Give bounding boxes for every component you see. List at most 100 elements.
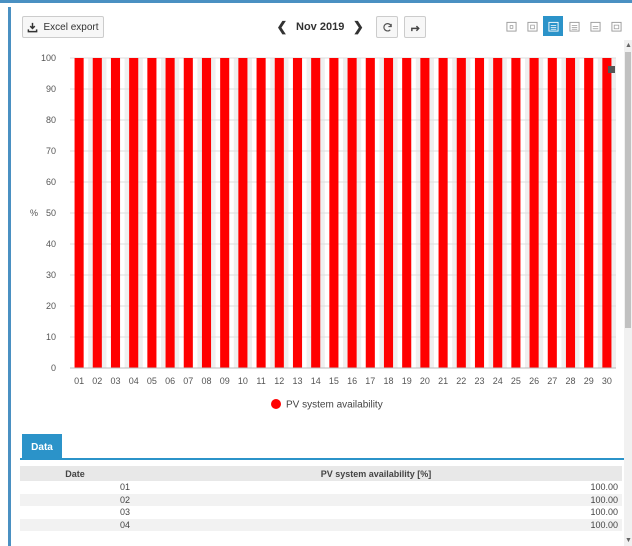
calendar-year-icon [568,21,580,32]
bar[interactable] [92,58,102,368]
app-frame: Excel export ❮ Nov 2019 ❯ ▲ ▼ 0 10 20 30… [0,0,632,546]
bar[interactable] [602,58,612,368]
bar[interactable] [274,58,284,368]
share-arrow-icon [410,25,420,31]
table-row: 02 100.00 [20,493,622,506]
x-tick-label: 01 [74,376,84,386]
view-decade-button[interactable] [585,16,605,36]
cell-date: 04 [119,519,130,530]
bar[interactable] [165,58,175,368]
x-tick-label: 25 [511,376,521,386]
bar[interactable] [365,58,375,368]
left-border [8,7,11,546]
x-tick-label: 13 [292,376,302,386]
x-tick-label: 18 [383,376,393,386]
bar[interactable] [256,58,266,368]
x-tick-label: 19 [402,376,412,386]
refresh-button[interactable] [376,16,399,38]
y-tick-label: 50 [46,208,56,218]
bar[interactable] [220,58,230,368]
header-date: Date [65,468,85,479]
header-availability: PV system availability [%] [320,468,432,479]
x-tick-label: 04 [129,376,139,386]
calendar-total-icon [610,21,622,32]
x-tick-label: 24 [493,376,503,386]
top-border [0,0,632,9]
x-tick-label: 03 [110,376,120,386]
bar[interactable] [292,58,303,368]
bar[interactable] [420,58,430,368]
y-tick-label: 80 [46,115,56,125]
x-tick-label: 05 [147,376,157,386]
calendar-decade-icon [589,21,601,32]
bar[interactable] [438,58,448,368]
x-tick-label: 07 [183,376,193,386]
bar[interactable] [329,58,339,368]
period-label: Nov 2019 [296,21,345,33]
x-tick-label: 20 [420,376,430,386]
view-switcher [501,16,626,36]
bar[interactable] [493,58,503,368]
y-tick-label: 0 [51,363,56,373]
calendar-day-icon [505,21,517,32]
x-tick-label: 30 [602,376,612,386]
bar[interactable] [74,58,84,368]
bar[interactable] [201,58,212,368]
legend-label[interactable]: PV system availability [286,400,383,411]
cell-availability: 100.00 [590,494,618,505]
bar[interactable] [183,58,193,368]
view-year-button[interactable] [564,16,584,36]
legend-marker[interactable] [271,399,281,409]
x-tick-label: 23 [474,376,484,386]
excel-export-label: Excel export [43,21,99,33]
y-tick-label: 100 [41,53,56,63]
view-day-button[interactable] [501,16,521,36]
bar[interactable] [147,58,157,368]
calendar-month-icon [547,21,559,32]
forward-button[interactable] [404,16,427,38]
scroll-up-icon[interactable]: ▲ [625,42,632,49]
bar[interactable] [547,58,557,368]
x-tick-label: 10 [238,376,248,386]
x-tick-label: 21 [438,376,448,386]
bar[interactable] [511,58,521,368]
bar[interactable] [565,58,576,368]
view-week-button[interactable] [522,16,542,36]
table-row: 01 100.00 [20,481,622,494]
cell-availability: 100.00 [590,482,618,493]
cell-date: 03 [119,507,130,518]
next-period-button[interactable]: ❯ [352,19,364,34]
bar[interactable] [529,58,539,368]
table-body: 01 100.00 02 100.00 03 100.00 04 100.00 [20,481,622,531]
cell-date: 01 [119,482,130,493]
refresh-icon [383,22,392,32]
bar[interactable] [456,58,466,368]
table-row: 04 100.00 [20,518,622,531]
prev-period-button[interactable]: ❮ [276,19,288,34]
view-month-button[interactable] [543,16,563,36]
bar[interactable] [402,58,412,368]
bar[interactable] [238,58,248,368]
bar[interactable] [110,58,121,368]
view-total-button[interactable] [606,16,626,36]
bar[interactable] [383,58,394,368]
y-axis-label: % [30,208,38,218]
bar[interactable] [584,58,594,368]
scrollbar[interactable]: ▲ ▼ [624,40,632,546]
data-table: Date PV system availability [%] 01 100.0… [20,466,622,531]
bar[interactable] [129,58,139,368]
bar[interactable] [474,58,485,368]
scroll-down-icon[interactable]: ▼ [625,537,632,544]
x-tick-label: 08 [201,376,211,386]
y-tick-label: 20 [46,301,56,311]
table-row: 03 100.00 [20,506,622,519]
excel-export-button[interactable]: Excel export [22,16,104,38]
bar[interactable] [347,58,357,368]
tab-data[interactable]: Data [22,434,62,460]
cell-date: 02 [119,494,130,505]
bar[interactable] [311,58,321,368]
x-tick-label: 17 [365,376,375,386]
y-tick-label: 40 [46,239,56,249]
download-icon [28,22,38,32]
scrollbar-thumb[interactable] [625,52,631,328]
